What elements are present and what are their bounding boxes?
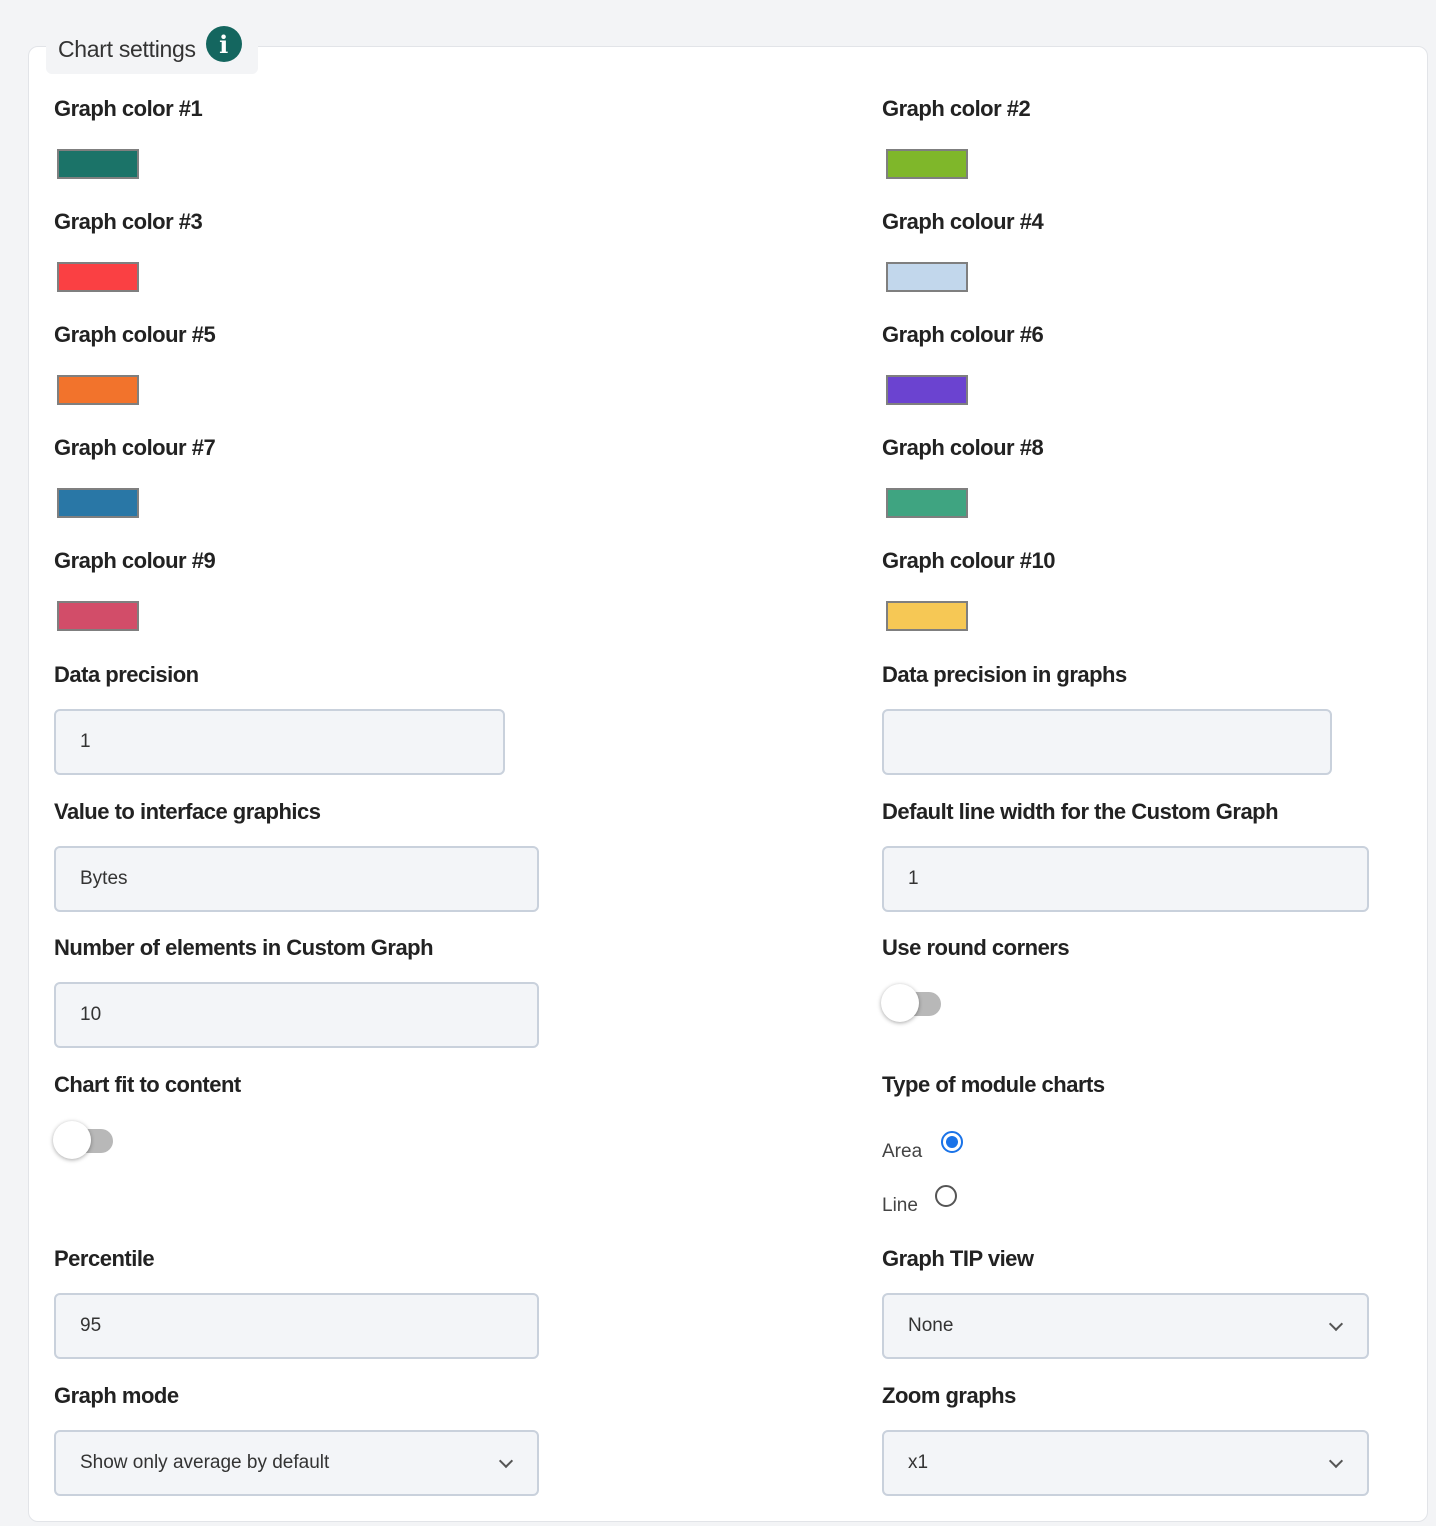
section-legend: Chart settings i — [46, 24, 258, 74]
tip-view-label: Graph TIP view — [882, 1246, 1034, 1271]
fit-content-toggle[interactable] — [53, 1121, 115, 1161]
radio-area-label: Area — [882, 1141, 923, 1162]
graph-colour-10-label: Graph colour #10 — [882, 548, 1055, 573]
value-interface-input[interactable]: Bytes — [54, 846, 539, 912]
graph-colour-8-label: Graph colour #8 — [882, 435, 1044, 460]
percentile-value: 95 — [80, 1315, 102, 1336]
graph-mode-select[interactable]: Show only average by default — [54, 1430, 539, 1496]
percentile-label: Percentile — [54, 1246, 155, 1271]
percentile-input[interactable]: 95 — [54, 1293, 539, 1359]
graph-colour-6-swatch[interactable] — [886, 375, 968, 405]
section-title: Chart settings — [58, 35, 196, 62]
zoom-value: x1 — [908, 1452, 929, 1473]
data-precision-graphs-input[interactable] — [882, 709, 1332, 775]
graph-colour-10-swatch[interactable] — [886, 601, 968, 631]
line-width-input[interactable]: 1 — [882, 846, 1369, 912]
radio-line[interactable] — [935, 1185, 957, 1207]
graph-colour-7-swatch[interactable] — [57, 488, 139, 518]
graph-mode-value: Show only average by default — [80, 1452, 330, 1473]
tip-view-select[interactable]: None — [882, 1293, 1369, 1359]
graph-color-1-label: Graph color #1 — [54, 96, 203, 121]
graph-colour-6-label: Graph colour #6 — [882, 322, 1044, 347]
graph-colour-8-swatch[interactable] — [886, 488, 968, 518]
data-precision-label: Data precision — [54, 662, 199, 687]
data-precision-value: 1 — [80, 731, 91, 752]
graph-colour-4-label: Graph colour #4 — [882, 209, 1044, 234]
round-corners-label: Use round corners — [882, 935, 1070, 960]
chevron-down-icon — [1329, 1456, 1343, 1470]
graph-colour-5-label: Graph colour #5 — [54, 322, 216, 347]
graph-color-2-label: Graph color #2 — [882, 96, 1031, 121]
num-elements-value: 10 — [80, 1004, 102, 1025]
module-chart-type-label: Type of module charts — [882, 1072, 1105, 1097]
data-precision-input[interactable]: 1 — [54, 709, 505, 775]
line-width-value: 1 — [908, 868, 919, 889]
graph-colour-5-swatch[interactable] — [57, 375, 139, 405]
chevron-down-icon — [1329, 1319, 1343, 1333]
graph-colour-4-swatch[interactable] — [886, 262, 968, 292]
graph-color-1-swatch[interactable] — [57, 149, 139, 179]
num-elements-input[interactable]: 10 — [54, 982, 539, 1048]
toggle-knob — [53, 1121, 91, 1159]
zoom-label: Zoom graphs — [882, 1383, 1016, 1408]
graph-colour-7-label: Graph colour #7 — [54, 435, 216, 460]
data-precision-graphs-label: Data precision in graphs — [882, 662, 1127, 687]
graph-color-2-swatch[interactable] — [886, 149, 968, 179]
graph-mode-label: Graph mode — [54, 1383, 179, 1408]
round-corners-toggle[interactable] — [881, 984, 943, 1024]
value-interface-value: Bytes — [80, 868, 128, 889]
toggle-knob — [881, 984, 919, 1022]
line-width-label: Default line width for the Custom Graph — [882, 799, 1279, 824]
fit-content-label: Chart fit to content — [54, 1072, 241, 1097]
radio-line-label: Line — [882, 1195, 918, 1216]
value-interface-label: Value to interface graphics — [54, 799, 321, 824]
graph-colour-9-label: Graph colour #9 — [54, 548, 216, 573]
graph-color-3-swatch[interactable] — [57, 262, 139, 292]
num-elements-label: Number of elements in Custom Graph — [54, 935, 434, 960]
zoom-select[interactable]: x1 — [882, 1430, 1369, 1496]
chevron-down-icon — [499, 1456, 513, 1470]
radio-area[interactable] — [941, 1131, 963, 1153]
graph-colour-9-swatch[interactable] — [57, 601, 139, 631]
info-icon[interactable]: i — [205, 26, 242, 62]
tip-view-value: None — [908, 1315, 954, 1336]
graph-color-3-label: Graph color #3 — [54, 209, 203, 234]
